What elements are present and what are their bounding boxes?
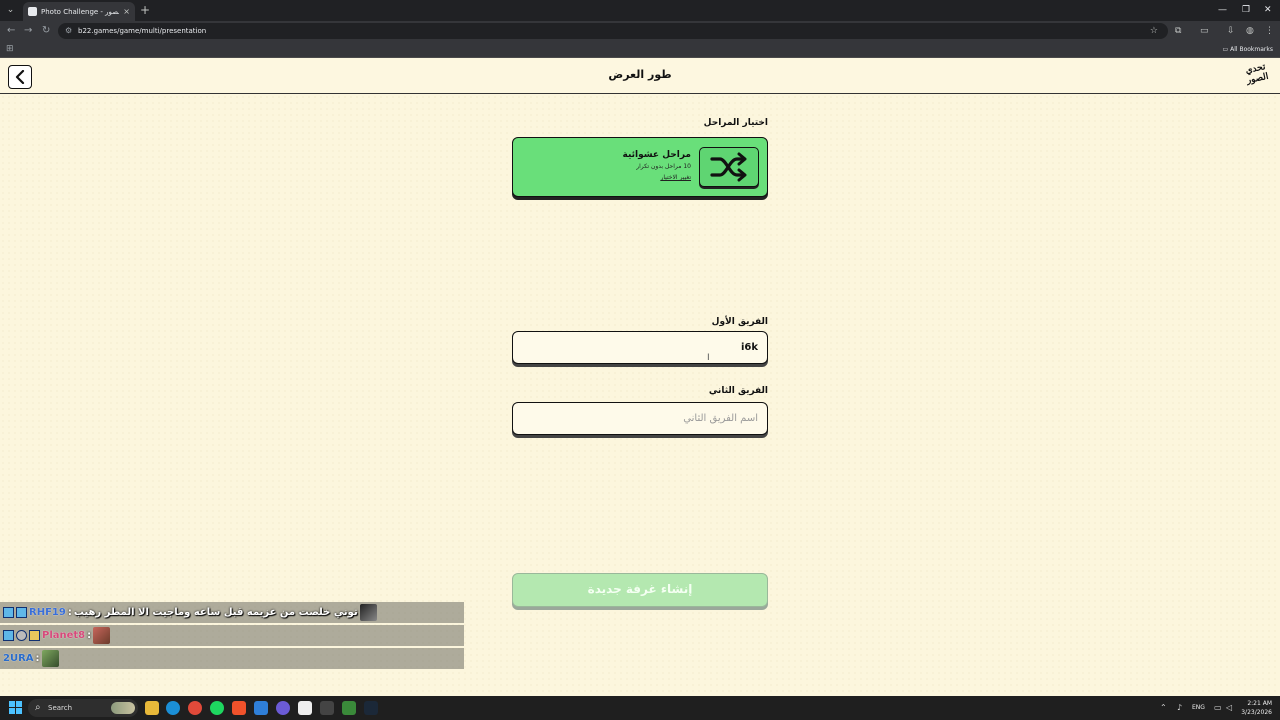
text-cursor-icon: I — [707, 353, 710, 363]
taskbar-search[interactable]: ⌕ Search — [28, 699, 138, 717]
app-icon[interactable] — [342, 701, 356, 715]
browser-toolbar: ← → ↻ ⚙ b22.games/game/multi/presentatio… — [0, 21, 1280, 41]
clock[interactable]: 2:21 AM 3/23/2026 — [1240, 696, 1274, 720]
tray-chevron-up-icon[interactable]: ⌃ — [1160, 701, 1167, 715]
search-label: Search — [48, 704, 73, 712]
game-page: طور العرض تحدي الصور اختيار المراحل مراح… — [0, 58, 1280, 696]
bookmarks-bar: ⊞ ▭ All Bookmarks — [0, 41, 1280, 58]
random-levels-card[interactable]: مراحل عشوائية 10 مراحل بدون تكرار تغيير … — [512, 137, 768, 197]
chat-separator: : — [87, 630, 92, 641]
shuffle-icon — [710, 152, 747, 182]
badge-icon — [29, 630, 40, 641]
apps-grid-icon[interactable]: ⊞ — [6, 43, 14, 56]
folder-icon: ▭ — [1222, 46, 1231, 53]
profile-icon[interactable]: ◍ — [1246, 24, 1254, 38]
all-bookmarks-link[interactable]: ▭ All Bookmarks — [1223, 43, 1273, 56]
language-indicator[interactable]: ENG — [1192, 703, 1205, 713]
browser-tabstrip: ⌄ Photo Challenge - تحدي الصور × + — ❐ ✕ — [0, 0, 1280, 21]
file-explorer-icon[interactable] — [145, 701, 159, 715]
tab-search-icon[interactable]: ⌄ — [3, 3, 18, 18]
tab-favicon-icon — [28, 7, 37, 16]
spotify-icon[interactable] — [210, 701, 224, 715]
chat-emote-icon — [41, 650, 59, 667]
extensions-icon[interactable]: ⧉ — [1175, 24, 1181, 38]
team2-label: الفريق الثاني — [708, 386, 768, 396]
url-text[interactable]: b22.games/game/multi/presentation — [78, 25, 206, 37]
messenger-icon[interactable] — [276, 701, 290, 715]
chat-message-row: RHF19 : توني خلصت من عزيمه قبل ساعه وماج… — [0, 602, 464, 623]
network-icon[interactable]: ▭ — [1214, 701, 1222, 715]
back-button[interactable] — [8, 65, 32, 89]
chat-message-text: توني خلصت من عزيمه قبل ساعه وماجيت الا ا… — [73, 607, 358, 618]
forward-arrow-icon[interactable]: → — [24, 24, 32, 38]
team2-name-input[interactable] — [512, 402, 768, 435]
page-title: طور العرض — [608, 68, 672, 81]
bookmark-star-icon[interactable]: ☆ — [1150, 24, 1158, 38]
chat-username: Planet8 — [42, 630, 86, 641]
change-selection-link[interactable]: تغيير الاختيار — [660, 174, 691, 181]
download-icon[interactable]: ⇩ — [1227, 24, 1235, 38]
reload-icon[interactable]: ↻ — [42, 24, 50, 38]
windows-start-icon[interactable] — [9, 701, 22, 714]
address-bar[interactable]: ⚙ b22.games/game/multi/presentation ☆ — [58, 23, 1168, 39]
cast-icon[interactable]: ▭ — [1200, 24, 1209, 38]
chat-separator: : — [35, 653, 40, 664]
badge-icon — [3, 607, 14, 618]
badge-icon — [16, 607, 27, 618]
store-icon[interactable] — [254, 701, 268, 715]
badge-icon — [16, 630, 27, 641]
app-icon[interactable] — [298, 701, 312, 715]
create-room-button[interactable]: إنشاء غرفة جديدة — [512, 573, 768, 607]
menu-kebab-icon[interactable]: ⋮ — [1265, 24, 1274, 38]
chat-username: RHF19 — [29, 607, 66, 618]
chat-message-row: 2URA : — [0, 648, 464, 669]
team1-name-input[interactable] — [512, 331, 768, 364]
levels-card-subtitle: 10 مراحل بدون تكرار — [636, 163, 691, 170]
clock-date: 3/23/2026 — [1241, 709, 1272, 716]
volume-icon[interactable]: ◁ — [1226, 701, 1232, 715]
brave-icon[interactable] — [232, 701, 246, 715]
minimize-icon[interactable]: — — [1218, 3, 1227, 17]
chevron-left-icon — [15, 70, 25, 84]
chat-emote-icon — [359, 604, 377, 621]
terminal-icon[interactable] — [320, 701, 334, 715]
search-icon: ⌕ — [35, 702, 41, 713]
close-window-icon[interactable]: ✕ — [1264, 3, 1272, 17]
badge-icon — [3, 630, 14, 641]
edge-icon[interactable] — [166, 701, 180, 715]
tab-title: Photo Challenge - تحدي الصور — [41, 7, 119, 16]
maximize-icon[interactable]: ❐ — [1242, 3, 1250, 17]
game-logo[interactable]: تحدي الصور — [1240, 61, 1274, 91]
page-header: طور العرض تحدي الصور — [0, 58, 1280, 94]
all-bookmarks-label: All Bookmarks — [1230, 46, 1273, 53]
back-arrow-icon[interactable]: ← — [7, 24, 15, 38]
chat-separator: : — [67, 607, 72, 618]
browser-tab[interactable]: Photo Challenge - تحدي الصور × — [23, 2, 135, 21]
chrome-icon[interactable] — [188, 701, 202, 715]
team1-label: الفريق الأول — [711, 317, 768, 327]
steam-icon[interactable] — [364, 701, 378, 715]
levels-section-label: اختيار المراحل — [703, 118, 768, 128]
windows-taskbar: ⌕ Search ⌃ ♪ ENG ▭ ◁ 2:21 AM 3/23/2026 — [0, 696, 1280, 720]
tab-close-icon[interactable]: × — [123, 7, 130, 16]
microphone-icon[interactable]: ♪ — [1177, 701, 1182, 715]
chat-message-row: Planet8 : — [0, 625, 464, 646]
site-info-icon[interactable]: ⚙ — [65, 24, 72, 38]
shuffle-button[interactable] — [699, 147, 759, 187]
new-tab-icon[interactable]: + — [140, 3, 150, 17]
chat-username: 2URA — [3, 653, 34, 664]
chat-emote-icon — [93, 627, 111, 644]
levels-card-title: مراحل عشوائية — [622, 150, 691, 160]
search-highlight-icon — [111, 702, 135, 714]
